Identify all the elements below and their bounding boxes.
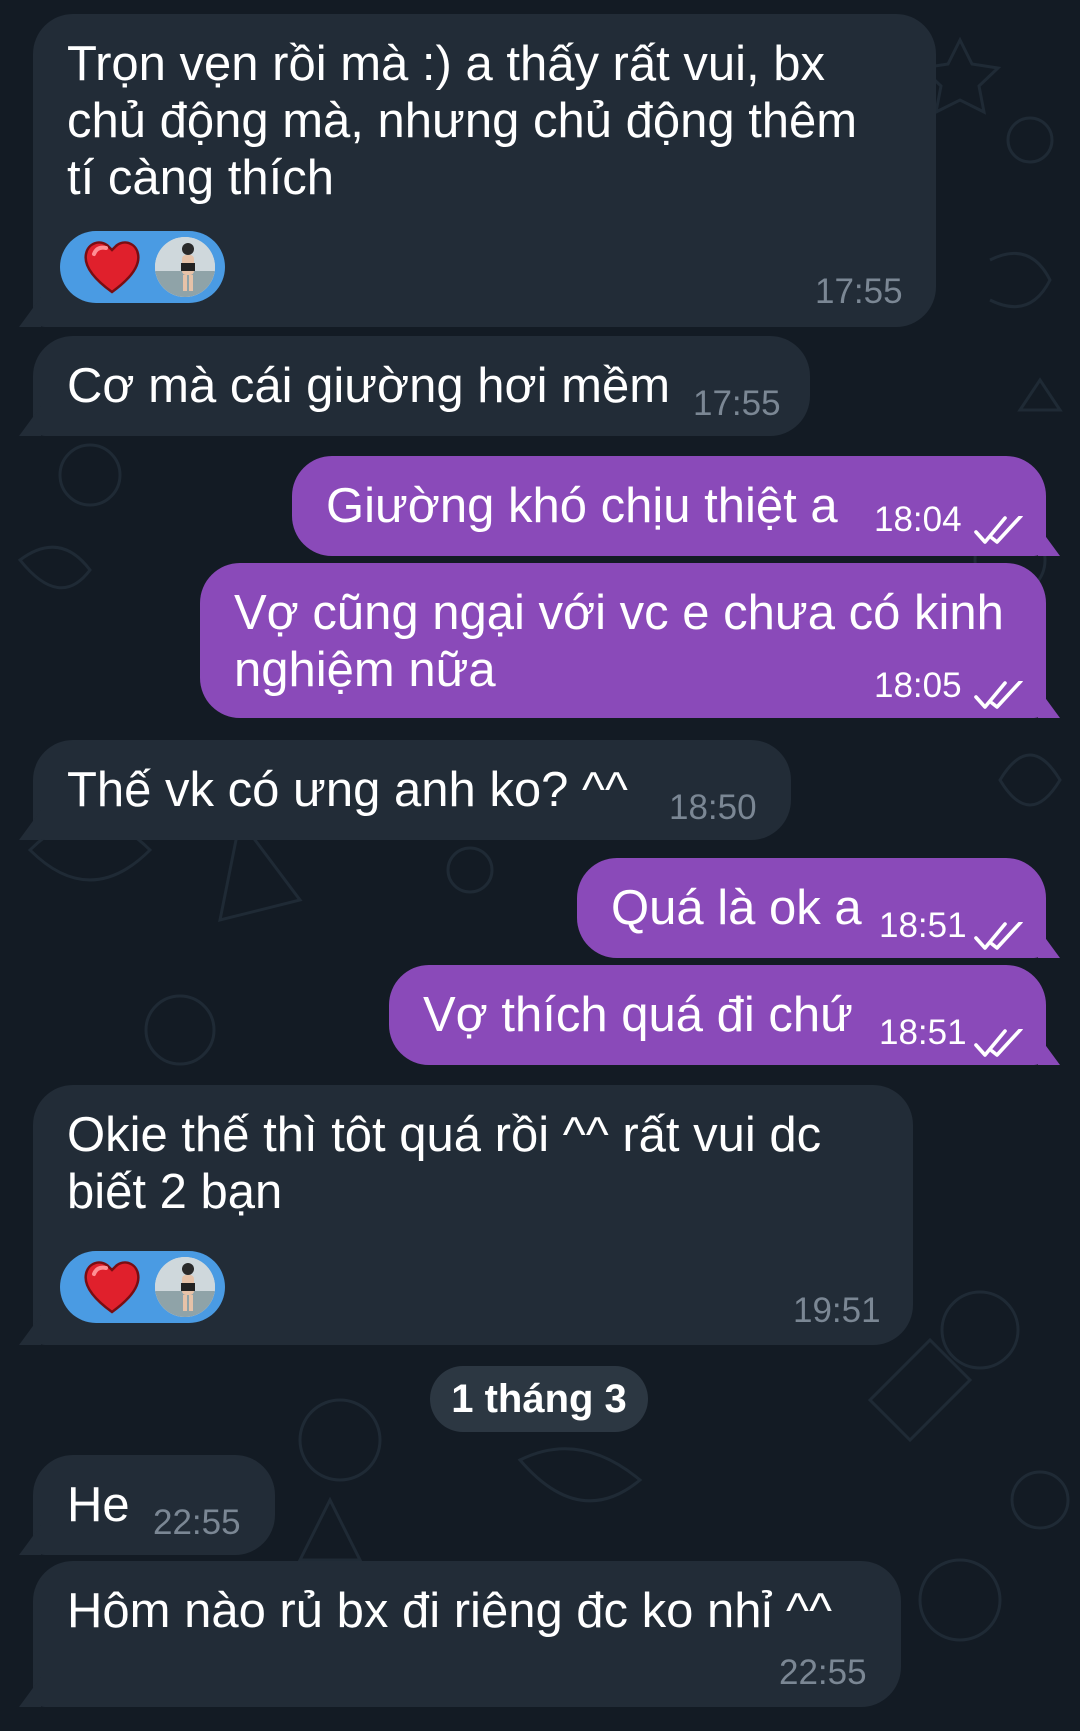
incoming-message-bubble[interactable]: He 22:55 (19, 1455, 275, 1555)
message-timestamp: 17:55 (815, 272, 903, 311)
reaction-chip[interactable] (60, 1251, 225, 1323)
reactor-avatar[interactable] (155, 1257, 215, 1317)
read-double-check-icon (974, 908, 1026, 950)
message-text: Quá là ok a (611, 881, 862, 935)
incoming-message-bubble[interactable]: Thế vk có ưng anh ko? ^^ 18:50 (19, 740, 791, 840)
message-text: Giường khó chịu thiệt a (326, 479, 838, 533)
reaction-chip[interactable] (60, 231, 225, 303)
incoming-message-bubble[interactable]: Okie thế thì tôt quá rồi ^^ rất vui dc bi… (19, 1085, 913, 1345)
message-timestamp: 22:55 (779, 1653, 867, 1692)
reactor-avatar[interactable] (155, 237, 215, 297)
message-text: Thế vk có ưng anh ko? ^^ (67, 763, 628, 817)
message-timestamp: 22:55 (153, 1503, 241, 1542)
heart-icon (82, 1258, 142, 1316)
message-text: nghiệm nữa (234, 643, 496, 697)
incoming-message-bubble[interactable]: Cơ mà cái giường hơi mềm 17:55 (19, 336, 810, 436)
date-separator: 1 tháng 3 (430, 1366, 648, 1432)
incoming-message-bubble[interactable]: Trọn vẹn rồi mà :) a thấy rất vui, bx chủ… (19, 14, 936, 327)
message-text: Cơ mà cái giường hơi mềm (67, 359, 671, 413)
incoming-message-bubble[interactable]: Hôm nào rủ bx đi riêng đc ko nhỉ ^^ 22:55 (19, 1561, 901, 1707)
read-double-check-icon (974, 667, 1026, 709)
outgoing-message-bubble[interactable]: Giường khó chịu thiệt a 18:04 (292, 456, 1060, 556)
message-timestamp: 18:51 (879, 906, 967, 945)
message-text: He (67, 1478, 130, 1532)
message-timestamp: 19:51 (793, 1291, 881, 1330)
message-text: Hôm nào rủ bx đi riêng đc ko nhỉ ^^ (67, 1584, 833, 1638)
message-text: biết 2 bạn (67, 1165, 283, 1219)
outgoing-message-bubble[interactable]: Vợ cũng ngại với vc e chưa có kinh nghiệm… (200, 563, 1060, 718)
outgoing-message-bubble[interactable]: Vợ thích quá đi chứ 18:51 (389, 965, 1060, 1065)
message-timestamp: 18:50 (669, 788, 757, 827)
message-text: Okie thế thì tôt quá rồi ^^ rất vui dc (67, 1108, 822, 1162)
message-timestamp: 18:04 (874, 500, 962, 539)
message-text: Vợ cũng ngại với vc e chưa có kinh (234, 586, 1004, 640)
message-text: tí càng thích (67, 151, 334, 205)
message-timestamp: 17:55 (693, 384, 781, 423)
message-text: Trọn vẹn rồi mà :) a thấy rất vui, bx (67, 37, 825, 91)
message-timestamp: 18:51 (879, 1013, 967, 1052)
message-timestamp: 18:05 (874, 666, 962, 705)
read-double-check-icon (974, 1015, 1026, 1057)
message-text: chủ động mà, nhưng chủ động thêm (67, 94, 858, 148)
outgoing-message-bubble[interactable]: Quá là ok a 18:51 (577, 858, 1060, 958)
message-text: Vợ thích quá đi chứ (423, 988, 853, 1042)
read-double-check-icon (974, 502, 1026, 544)
heart-icon (82, 238, 142, 296)
